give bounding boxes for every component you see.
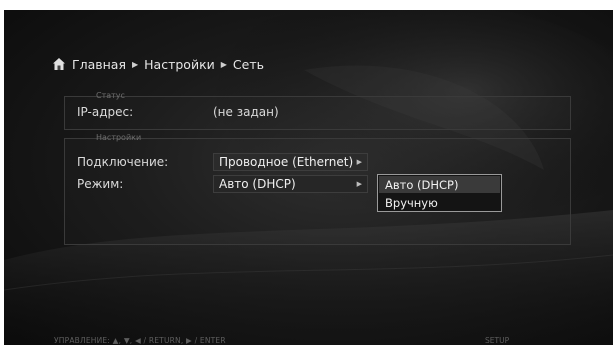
mode-label: Режим:	[77, 177, 124, 191]
ip-address-value: (не задан)	[213, 105, 279, 119]
home-icon	[53, 58, 65, 70]
settings-group-title: Настройки	[96, 133, 142, 142]
screen: Главная ▶ Настройки ▶ Сеть Статус IP-адр…	[4, 10, 613, 345]
status-group-title: Статус	[96, 91, 125, 100]
footer-controls-hint: УПРАВЛЕНИЕ: ▲, ▼, ◀ / RETURN, ▶ / ENTER	[54, 336, 226, 345]
chevron-right-icon: ▶	[132, 59, 139, 69]
chevron-right-icon: ▶	[356, 180, 362, 188]
breadcrumb: Главная ▶ Настройки ▶ Сеть	[52, 54, 264, 74]
breadcrumb-network: Сеть	[232, 56, 264, 72]
chevron-right-icon: ▶	[356, 158, 362, 166]
connection-select[interactable]: Проводное (Ethernet) ▶	[213, 153, 368, 171]
footer-setup-hint: SETUP	[485, 336, 510, 345]
connection-value: Проводное (Ethernet)	[219, 155, 354, 169]
breadcrumb-home[interactable]: Главная	[72, 57, 126, 72]
status-group: Статус IP-адрес: (не задан)	[64, 91, 571, 130]
connection-label: Подключение:	[77, 155, 169, 169]
breadcrumb-settings[interactable]: Настройки	[144, 57, 215, 72]
ip-address-label: IP-адрес:	[77, 105, 134, 119]
mode-select[interactable]: Авто (DHCP) ▶	[213, 175, 368, 193]
mode-dropdown[interactable]: Авто (DHCP) Вручную	[377, 174, 502, 212]
mode-value: Авто (DHCP)	[219, 177, 296, 191]
mode-option-manual[interactable]: Вручную	[379, 194, 500, 211]
mode-option-auto[interactable]: Авто (DHCP)	[379, 176, 500, 193]
chevron-right-icon: ▶	[220, 59, 227, 69]
